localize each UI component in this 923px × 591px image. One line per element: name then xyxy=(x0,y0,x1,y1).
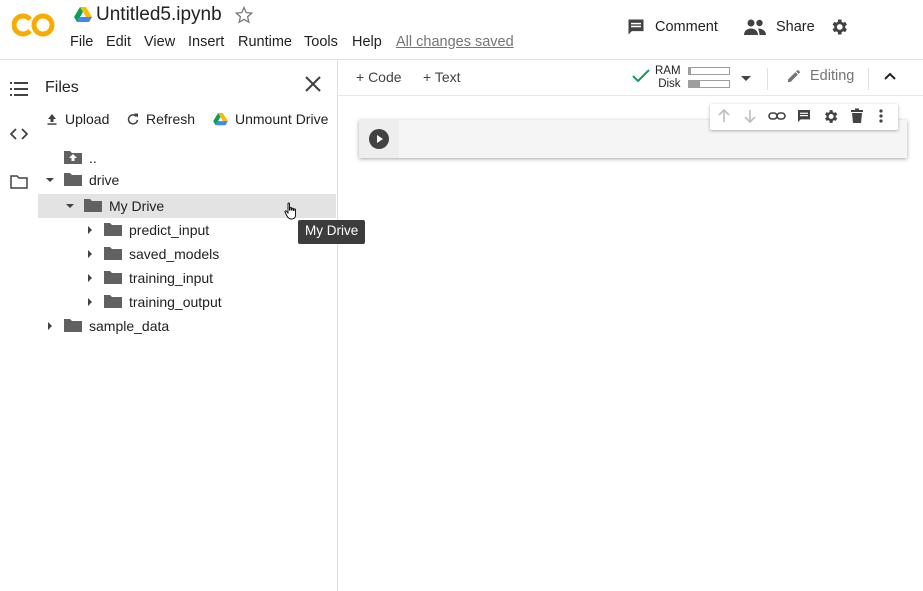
star-icon[interactable] xyxy=(234,5,254,25)
files-folder-icon[interactable] xyxy=(10,175,28,189)
folder-icon xyxy=(64,172,82,186)
folder-up-icon xyxy=(64,150,82,164)
add-code-button[interactable]: + Code xyxy=(356,69,402,85)
header-bar: Untitled5.ipynb File Edit View Insert Ru… xyxy=(0,0,923,60)
caret-right-icon[interactable] xyxy=(85,297,95,307)
disk-meter[interactable] xyxy=(688,80,730,88)
disk-label: Disk xyxy=(658,78,681,90)
comment-button[interactable]: Comment xyxy=(626,14,718,40)
code-snippets-icon[interactable] xyxy=(10,128,28,140)
link-icon[interactable] xyxy=(768,108,786,124)
tree-label-saved-models: saved_models xyxy=(129,246,220,262)
google-drive-icon xyxy=(213,112,228,126)
ram-meter[interactable] xyxy=(688,67,730,75)
upload-label: Upload xyxy=(65,111,110,127)
tree-label-parent: .. xyxy=(89,150,97,166)
unmount-drive-label: Unmount Drive xyxy=(235,111,329,127)
caret-down-icon[interactable] xyxy=(65,201,75,211)
close-icon[interactable] xyxy=(304,75,322,93)
tree-label-training-output: training_output xyxy=(129,294,222,310)
folder-icon xyxy=(104,294,122,308)
refresh-label: Refresh xyxy=(146,111,196,127)
caret-right-icon[interactable] xyxy=(85,273,95,283)
tree-label-training-input: training_input xyxy=(129,270,214,286)
move-up-arrow-icon[interactable] xyxy=(716,108,732,124)
gear-icon[interactable] xyxy=(822,108,839,125)
more-vert-icon[interactable] xyxy=(878,108,884,124)
caret-right-icon[interactable] xyxy=(85,249,95,259)
tree-label-drive: drive xyxy=(89,172,120,188)
pencil-icon xyxy=(786,68,802,84)
folder-icon xyxy=(84,198,102,212)
menu-insert[interactable]: Insert xyxy=(188,34,224,50)
settings-gear-icon[interactable] xyxy=(829,17,849,37)
tree-row-parent[interactable]: .. xyxy=(38,146,336,170)
comment-icon[interactable] xyxy=(796,108,812,124)
ram-meter-fill xyxy=(689,68,691,74)
caret-down-icon[interactable] xyxy=(741,74,751,82)
refresh-button[interactable]: Refresh xyxy=(127,111,195,127)
menu-tools[interactable]: Tools xyxy=(304,34,338,50)
files-panel-title: Files xyxy=(45,79,79,96)
save-status-link[interactable]: All changes saved xyxy=(396,34,514,50)
comment-icon xyxy=(626,17,646,37)
unmount-drive-button[interactable]: Unmount Drive xyxy=(213,111,328,127)
editing-label: Editing xyxy=(810,68,855,84)
folder-icon xyxy=(64,318,82,332)
menu-view[interactable]: View xyxy=(144,34,175,50)
tree-label-my-drive: My Drive xyxy=(109,198,165,214)
notebook-toolbar: + Code + Text RAM Disk Editing xyxy=(338,60,923,96)
folder-icon xyxy=(104,270,122,284)
resource-labels: RAM Disk xyxy=(655,65,681,91)
caret-down-icon[interactable] xyxy=(45,175,55,185)
tree-label-predict-input: predict_input xyxy=(129,222,210,238)
people-icon xyxy=(744,19,766,35)
folder-icon xyxy=(104,222,122,236)
upload-button[interactable]: Upload xyxy=(46,111,109,127)
notebook-title[interactable]: Untitled5.ipynb xyxy=(96,4,222,26)
tree-row-drive[interactable]: drive xyxy=(38,168,336,192)
tree-label-sample-data: sample_data xyxy=(89,318,170,334)
tree-row-training-input[interactable]: training_input xyxy=(38,266,336,290)
hand-cursor-icon xyxy=(284,202,298,220)
toolbar-divider xyxy=(767,68,768,90)
files-panel: Files Upload Refresh Unmount Drive .. dr… xyxy=(38,60,338,591)
tree-row-predict-input[interactable]: predict_input xyxy=(38,218,336,242)
share-label: Share xyxy=(776,19,815,35)
menu-edit[interactable]: Edit xyxy=(106,34,131,50)
tooltip: My Drive xyxy=(298,220,366,244)
comment-label: Comment xyxy=(655,19,718,35)
left-rail xyxy=(0,60,38,591)
tree-row-training-output[interactable]: training_output xyxy=(38,290,336,314)
tree-row-sample-data[interactable]: sample_data xyxy=(38,314,336,338)
run-cell-play-icon[interactable] xyxy=(369,129,389,149)
colab-logo[interactable] xyxy=(12,10,56,40)
editing-mode-button[interactable]: Editing xyxy=(786,68,854,84)
check-icon xyxy=(632,69,650,83)
menu-file[interactable]: File xyxy=(70,34,93,50)
google-drive-icon xyxy=(74,7,92,23)
folder-icon xyxy=(104,246,122,260)
cell-toolbar xyxy=(710,104,898,130)
add-text-button[interactable]: + Text xyxy=(423,69,461,85)
menu-runtime[interactable]: Runtime xyxy=(238,34,292,50)
caret-right-icon[interactable] xyxy=(85,225,95,235)
toolbar-divider xyxy=(868,68,869,90)
share-button[interactable]: Share xyxy=(744,14,815,40)
menu-help[interactable]: Help xyxy=(352,34,382,50)
caret-right-icon[interactable] xyxy=(45,321,55,331)
ram-label: RAM xyxy=(655,65,681,77)
tree-row-saved-models[interactable]: saved_models xyxy=(38,242,336,266)
refresh-icon xyxy=(127,113,139,125)
table-of-contents-icon[interactable] xyxy=(10,82,28,96)
move-down-arrow-icon[interactable] xyxy=(742,108,758,124)
disk-meter-fill xyxy=(689,81,701,87)
delete-trash-icon[interactable] xyxy=(850,108,864,124)
upload-icon xyxy=(46,113,58,125)
chevron-up-icon[interactable] xyxy=(883,71,897,81)
